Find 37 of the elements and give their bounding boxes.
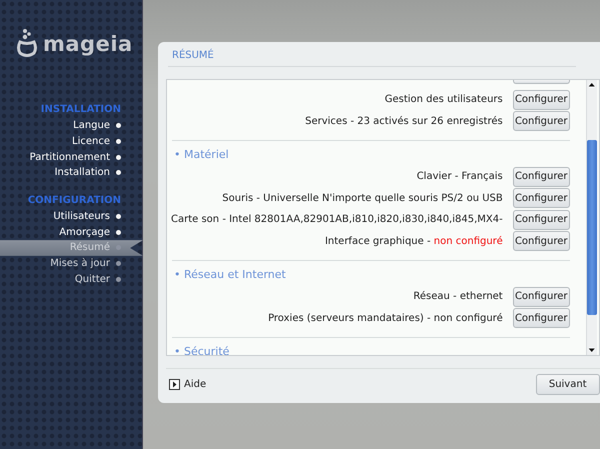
step-label[interactable]: Utilisateurs	[53, 211, 110, 222]
scrollbar-thumb[interactable]	[586, 140, 597, 315]
step-label[interactable]: Quitter	[74, 274, 110, 285]
configure-button[interactable]: Configurer	[512, 231, 570, 252]
setting-label: Clavier - Français	[416, 171, 503, 182]
configure-button[interactable]: Configurer	[512, 210, 570, 230]
setting-label: Gestion des utilisateurs	[384, 94, 503, 106]
section-heading: • Matériel	[173, 148, 230, 163]
configure-button[interactable]: Configurer	[512, 308, 570, 328]
section-heading: INSTALLATION	[40, 103, 122, 117]
step-label[interactable]: Partitionnement	[30, 152, 110, 163]
step-label[interactable]: Amorçage	[59, 226, 110, 238]
configure-button[interactable]: Configurer	[512, 286, 570, 307]
step-label[interactable]: Mises à jour	[50, 258, 110, 270]
configure-button[interactable]: Configurer	[512, 188, 570, 208]
setting-label: Interface graphique - non configuré	[324, 236, 503, 247]
logo-icon	[16, 28, 38, 58]
section-heading: • Réseau et Internet	[173, 268, 287, 283]
step-label[interactable]: Installation	[54, 167, 110, 178]
expand-icon[interactable]	[169, 379, 180, 390]
section-heading: • Sécurité	[173, 345, 230, 355]
page-title: RÉSUMÉ	[168, 42, 576, 67]
setting-label: Carte son - Intel 82801AA,82901AB,i810,i820,i830,i840,i845,MX4-	[171, 214, 503, 226]
next-button[interactable]: Suivant	[536, 374, 600, 395]
setting-label: Proxies (serveurs mandataires) - non configuré	[268, 312, 503, 324]
setting-label: Services - 23 activés sur 26 enregistrés	[305, 116, 503, 127]
logo-text: mageia	[43, 31, 133, 58]
configure-button[interactable]: Configurer	[512, 111, 570, 132]
help-toggle[interactable]: Aide	[184, 379, 206, 390]
setting-label: Réseau - ethernet	[413, 291, 503, 302]
configure-button[interactable]: Configurer	[512, 90, 570, 110]
section-heading: CONFIGURATION	[26, 194, 122, 208]
configure-button[interactable]: Configurer	[512, 166, 570, 187]
setting-label: Souris - Universelle N'importe quelle souris PS/2 ou USB	[222, 192, 503, 204]
step-label[interactable]: Licence	[72, 136, 110, 148]
step-label[interactable]: Langue	[73, 120, 110, 132]
scrollbar[interactable]	[586, 80, 597, 355]
